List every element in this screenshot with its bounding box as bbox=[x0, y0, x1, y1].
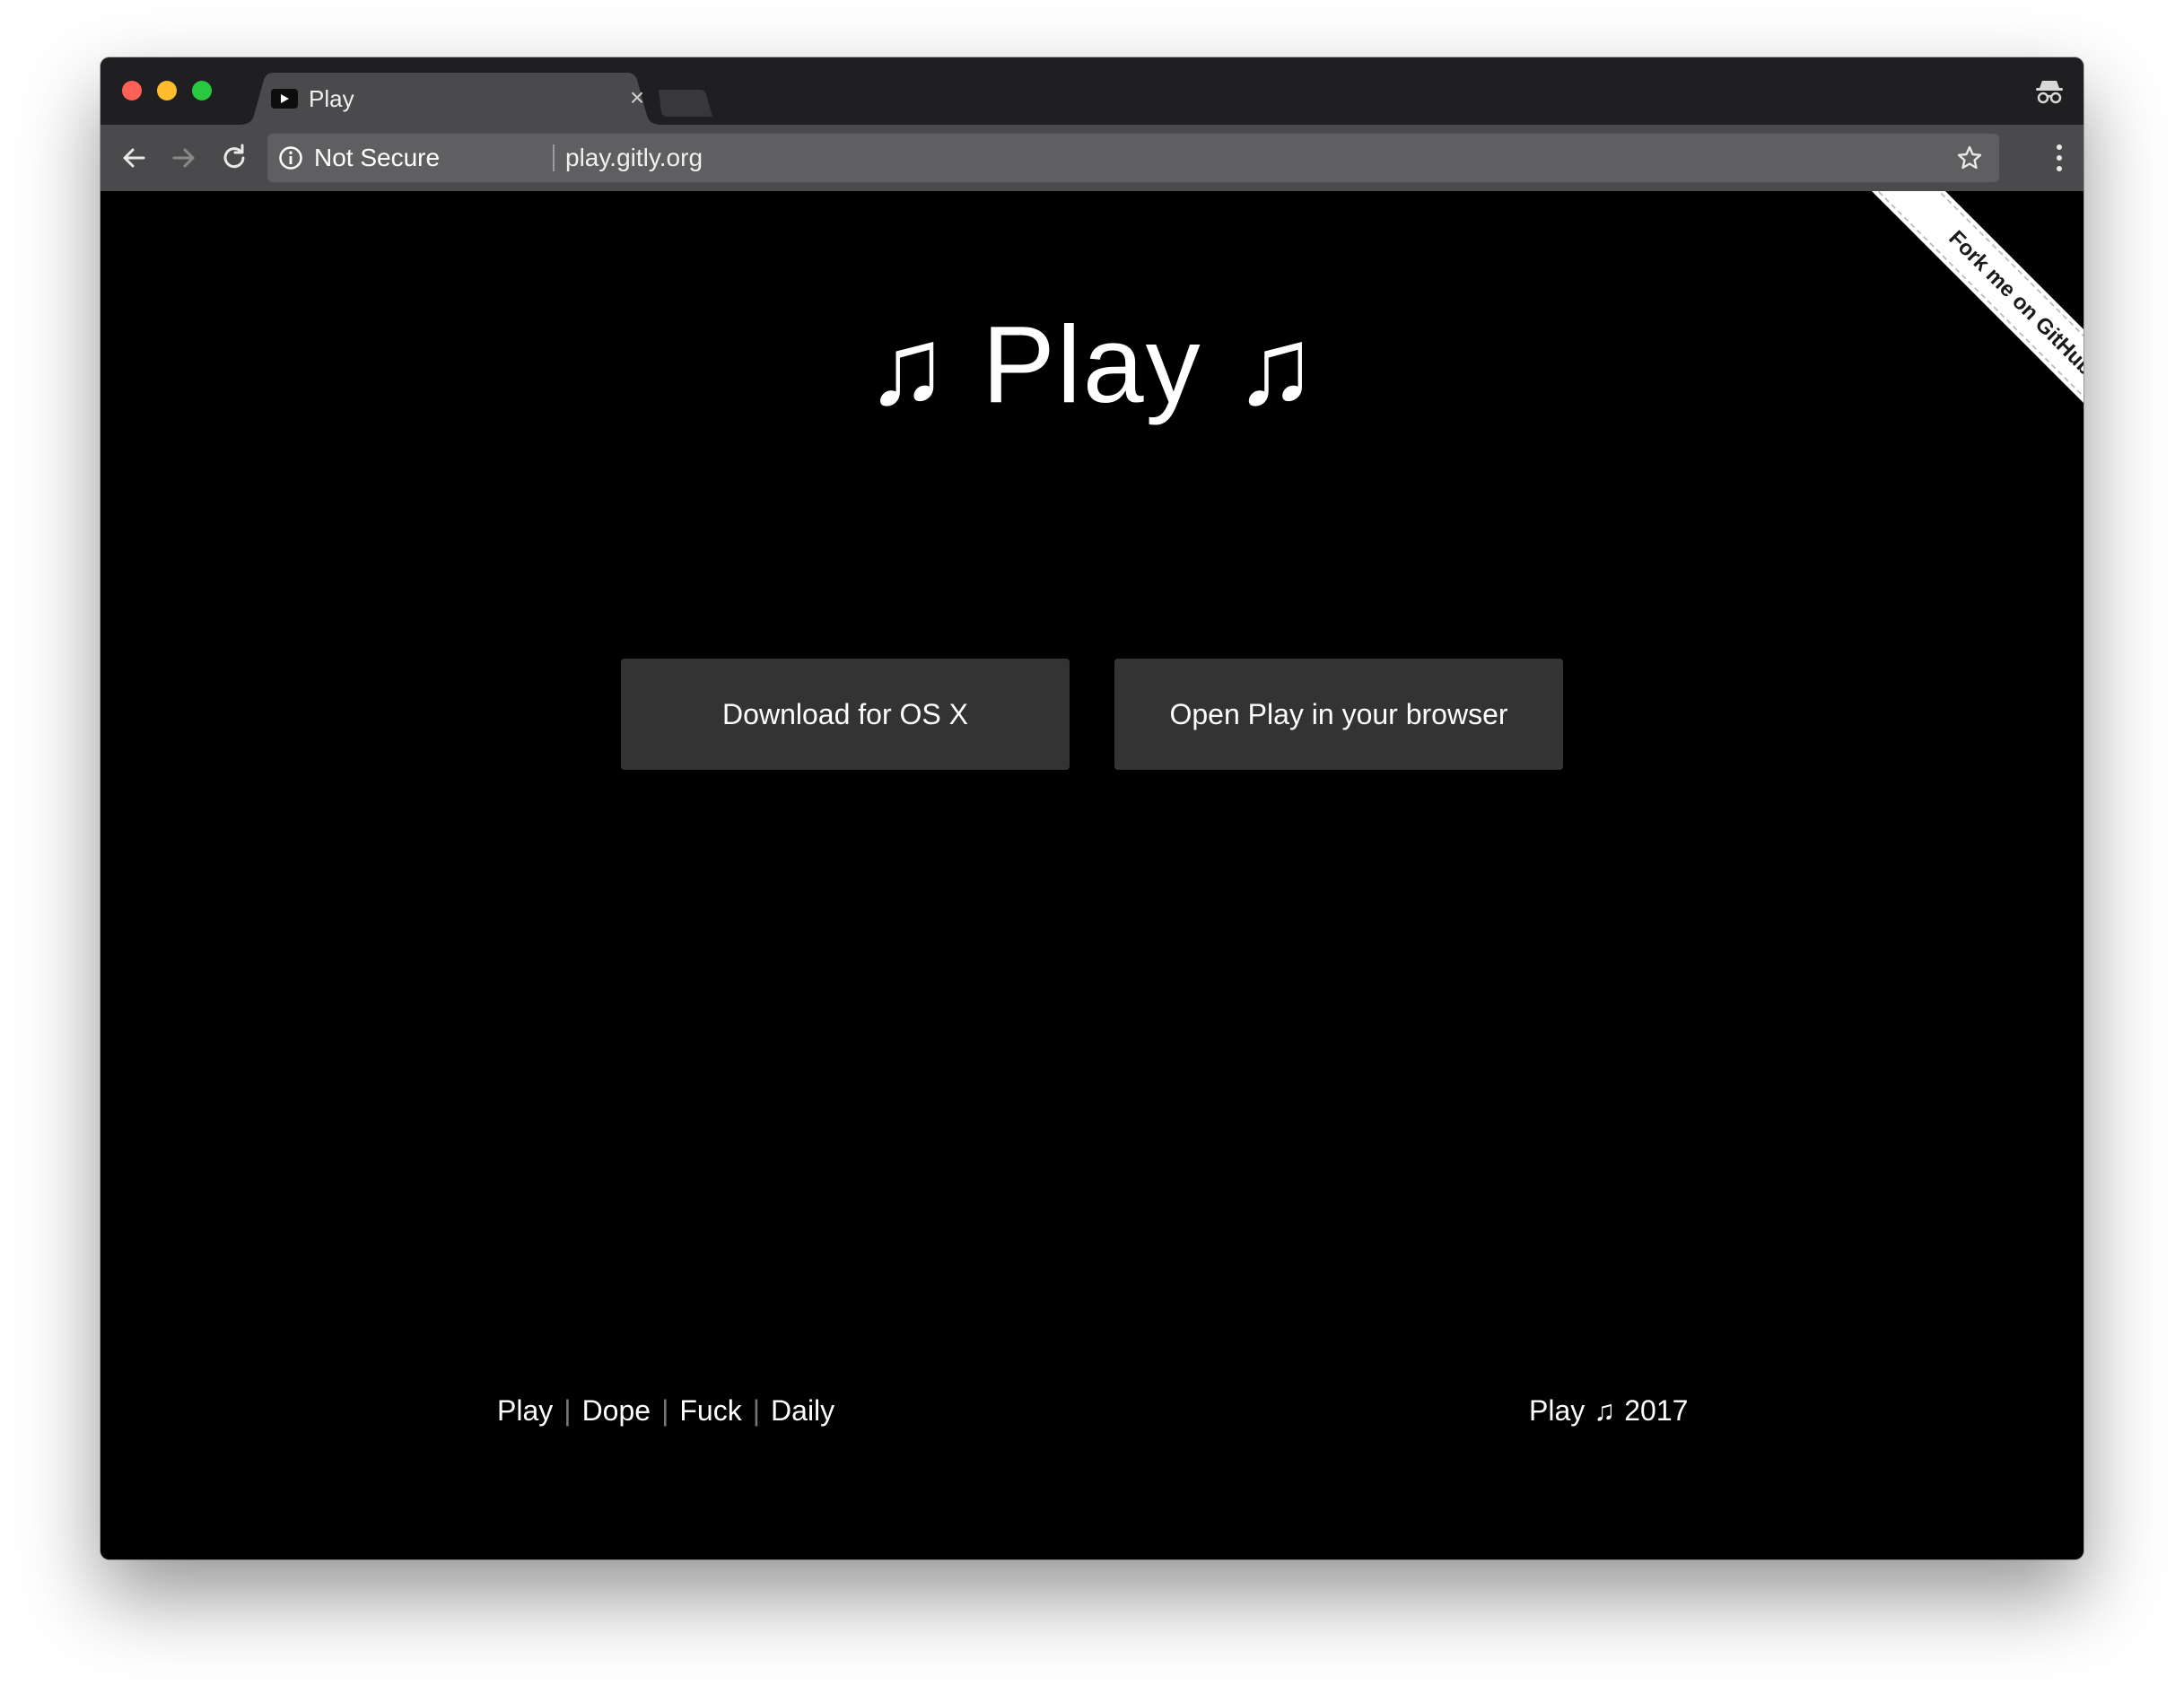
tab-close-icon[interactable]: × bbox=[626, 85, 648, 110]
download-osx-button[interactable]: Download for OS X bbox=[621, 659, 1070, 770]
tab-title: Play bbox=[309, 85, 354, 112]
security-status[interactable]: Not Secure bbox=[314, 143, 440, 173]
new-tab-icon[interactable] bbox=[655, 90, 712, 117]
footer-link-daily[interactable]: Daily bbox=[771, 1394, 834, 1427]
footer-credit-name: Play bbox=[1529, 1394, 1586, 1427]
hero-title-text: Play bbox=[982, 303, 1202, 425]
tab-shape bbox=[239, 73, 662, 125]
minimize-window-button[interactable] bbox=[157, 81, 177, 100]
arrow-left-icon[interactable] bbox=[117, 141, 151, 175]
url-text[interactable]: play.gitly.org bbox=[565, 143, 703, 173]
tab-play[interactable]: Play × bbox=[239, 73, 662, 125]
page-content: Fork me on GitHub ♫ Play ♫ Download for … bbox=[100, 191, 2084, 1559]
omnibox-divider bbox=[553, 144, 555, 171]
footer-credit: Play ♫ 2017 bbox=[1529, 1393, 1688, 1431]
browser-window: Play × Not Secure play.gitly.org Fork me… bbox=[100, 57, 2084, 1559]
browser-toolbar: Not Secure play.gitly.org bbox=[100, 125, 2084, 191]
arrow-right-icon[interactable] bbox=[167, 141, 201, 175]
address-bar[interactable]: Not Secure play.gitly.org bbox=[267, 134, 1999, 182]
incognito-icon bbox=[2036, 81, 2063, 104]
footer-link-play[interactable]: Play bbox=[497, 1394, 553, 1427]
close-window-button[interactable] bbox=[122, 81, 142, 100]
tab-strip: Play × bbox=[100, 57, 2084, 125]
music-note-icon: ♫ bbox=[865, 304, 950, 427]
footer-separator: | bbox=[752, 1394, 761, 1427]
music-note-icon: ♫ bbox=[1594, 1393, 1616, 1427]
star-icon[interactable] bbox=[1956, 144, 1983, 171]
music-note-icon: ♫ bbox=[1234, 304, 1319, 427]
open-in-browser-button[interactable]: Open Play in your browser bbox=[1114, 659, 1563, 770]
footer-link-dope[interactable]: Dope bbox=[582, 1394, 651, 1427]
footer-link-fuck[interactable]: Fuck bbox=[679, 1394, 741, 1427]
footer-credit-year: 2017 bbox=[1624, 1394, 1689, 1427]
reload-icon[interactable] bbox=[217, 141, 251, 175]
footer-links: Play | Dope | Fuck | Daily bbox=[497, 1393, 834, 1428]
kebab-menu-icon[interactable] bbox=[2055, 141, 2064, 175]
info-icon[interactable] bbox=[278, 145, 303, 170]
play-favicon-icon bbox=[271, 89, 298, 109]
footer-separator: | bbox=[661, 1394, 669, 1427]
footer-separator: | bbox=[563, 1394, 572, 1427]
page-title: ♫ Play ♫ bbox=[100, 297, 2084, 441]
zoom-window-button[interactable] bbox=[192, 81, 212, 100]
